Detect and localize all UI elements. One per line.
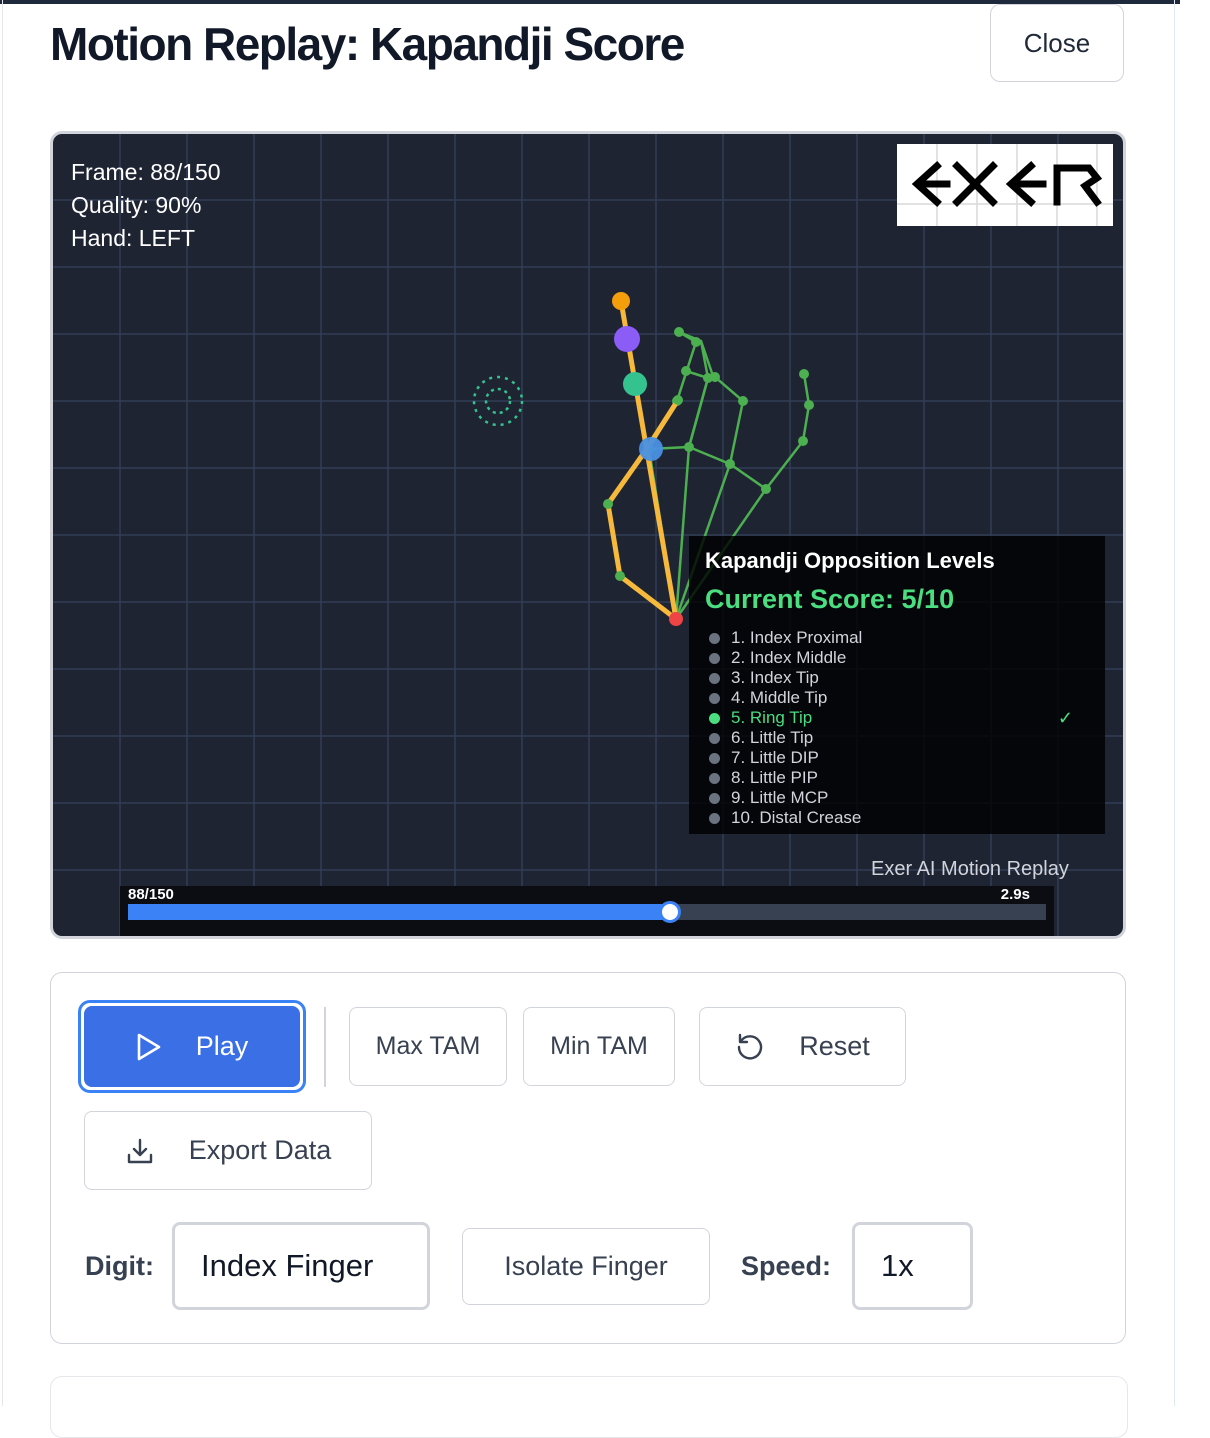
digit-label: Digit: xyxy=(85,1251,154,1281)
level-status-dot xyxy=(709,813,720,824)
level-status-dot xyxy=(709,753,720,764)
reset-icon xyxy=(738,1033,763,1059)
level-label: 5. Ring Tip xyxy=(731,708,813,727)
min-tam-label: Min TAM xyxy=(550,1032,648,1060)
level-item: 9. Little MCP xyxy=(707,788,1087,808)
level-item: 6. Little Tip xyxy=(707,728,1087,748)
next-section-card xyxy=(50,1376,1128,1438)
level-status-dot xyxy=(709,693,720,704)
checkmark-icon: ✓ xyxy=(1057,708,1073,728)
left-divider xyxy=(2,0,3,1406)
level-item: 4. Middle Tip xyxy=(707,688,1087,708)
play-icon xyxy=(137,1033,161,1060)
level-label: 10. Distal Crease xyxy=(731,808,862,827)
min-tam-button[interactable]: Min TAM xyxy=(523,1007,675,1086)
level-label: 9. Little MCP xyxy=(731,788,829,807)
isolate-finger-label: Isolate Finger xyxy=(504,1251,668,1281)
digit-select-value: Index Finger xyxy=(201,1248,374,1283)
timeline-handle[interactable] xyxy=(658,901,681,923)
export-data-label: Export Data xyxy=(188,1135,332,1165)
isolate-finger-button[interactable]: Isolate Finger xyxy=(462,1228,710,1305)
timeline-progress-fill xyxy=(128,904,667,920)
speed-select[interactable]: 1x xyxy=(852,1222,973,1310)
level-label: 7. Little DIP xyxy=(731,748,819,767)
frame-counter: Frame: 88/150 xyxy=(71,159,221,185)
max-tam-button[interactable]: Max TAM xyxy=(349,1007,507,1086)
timeline-scrubber[interactable] xyxy=(128,901,1046,923)
level-item: 8. Little PIP xyxy=(707,768,1087,788)
controls-divider xyxy=(324,1007,326,1087)
level-label: 2. Index Middle xyxy=(731,648,847,667)
level-item: 5. Ring Tip ✓ xyxy=(707,708,1087,728)
play-button-focus-ring: Play xyxy=(78,1000,306,1093)
watermark: Exer AI Motion Replay xyxy=(871,858,1069,880)
digit-select[interactable]: Index Finger xyxy=(172,1222,430,1310)
play-button[interactable]: Play xyxy=(84,1006,300,1087)
level-label: 8. Little PIP xyxy=(731,768,818,787)
current-score: Current Score: 5/10 xyxy=(705,584,955,614)
level-item: 3. Index Tip xyxy=(707,668,1087,688)
level-item: 10. Distal Crease xyxy=(707,808,1087,828)
level-item: 1. Index Proximal xyxy=(707,628,1087,648)
reset-button[interactable]: Reset xyxy=(699,1007,906,1086)
replay-stats: Frame: 88/150 Quality: 90% Hand: LEFT xyxy=(71,156,221,255)
level-status-dot xyxy=(709,733,720,744)
motion-replay-canvas[interactable]: Frame: 88/150 Quality: 90% Hand: LEFT Ka… xyxy=(50,131,1126,939)
level-status-dot xyxy=(709,673,720,684)
timeline-frame-label: 88/150 xyxy=(128,886,174,903)
close-button[interactable]: Close xyxy=(990,4,1124,82)
download-icon xyxy=(127,1138,152,1163)
level-status-dot xyxy=(709,633,720,644)
level-status-dot xyxy=(709,653,720,664)
right-divider xyxy=(1174,0,1175,1406)
exer-logo-icon xyxy=(897,144,1113,226)
playback-controls-card: Play Max TAM Min TAM Reset Export Data D… xyxy=(50,972,1126,1344)
speed-select-value: 1x xyxy=(881,1248,914,1283)
opposition-levels-list: 1. Index Proximal 2. Index Middle 3. Index… xyxy=(707,628,1087,828)
timeline: 88/150 2.9s xyxy=(120,886,1054,936)
kapandji-levels-panel: Kapandji Opposition Levels Current Score… xyxy=(689,536,1105,834)
speed-label: Speed: xyxy=(741,1251,832,1281)
level-label: 3. Index Tip xyxy=(731,668,819,687)
level-label: 4. Middle Tip xyxy=(731,688,828,707)
level-label: 6. Little Tip xyxy=(731,728,814,747)
level-item: 2. Index Middle xyxy=(707,648,1087,668)
panel-title: Kapandji Opposition Levels xyxy=(705,548,995,573)
quality-readout: Quality: 90% xyxy=(71,192,202,218)
exer-logo xyxy=(897,144,1113,226)
level-status-dot xyxy=(709,773,720,784)
reset-label: Reset xyxy=(799,1031,870,1061)
page-title: Motion Replay: Kapandji Score xyxy=(50,18,685,70)
level-label: 1. Index Proximal xyxy=(731,628,863,647)
play-label: Play xyxy=(195,1031,249,1061)
export-data-button[interactable]: Export Data xyxy=(84,1111,372,1190)
level-status-dot xyxy=(709,713,720,724)
hand-readout: Hand: LEFT xyxy=(71,225,195,251)
level-status-dot xyxy=(709,793,720,804)
timeline-time-label: 2.9s xyxy=(1000,886,1030,903)
level-item: 7. Little DIP xyxy=(707,748,1087,768)
max-tam-label: Max TAM xyxy=(375,1032,481,1060)
